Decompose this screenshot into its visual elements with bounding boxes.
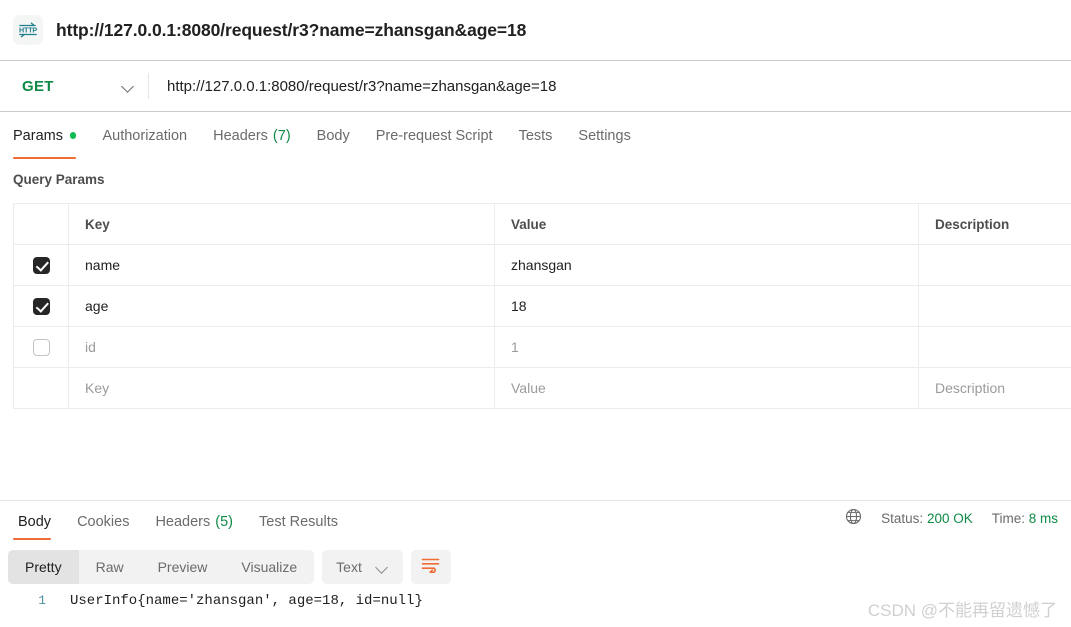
tab-body-label: Body <box>316 127 350 144</box>
row-key[interactable]: name <box>68 244 495 286</box>
table-row: age 18 <box>13 285 1071 327</box>
http-method-select[interactable]: GET <box>0 61 148 111</box>
tab-pre-request-script-label: Pre-request Script <box>375 127 493 144</box>
time-value: 8 ms <box>1028 510 1058 526</box>
view-visualize-button[interactable]: Visualize <box>224 550 314 584</box>
view-pretty-button[interactable]: Pretty <box>8 550 79 584</box>
tab-response-headers-label: Headers <box>155 514 211 530</box>
checkbox-checked-icon[interactable] <box>32 256 50 274</box>
tab-cookies[interactable]: Cookies <box>64 501 142 543</box>
globe-icon <box>845 508 862 528</box>
status-value: 200 OK <box>926 510 973 526</box>
tab-test-results-label: Test Results <box>259 514 338 530</box>
view-preview-button[interactable]: Preview <box>141 550 225 584</box>
tab-body[interactable]: Body <box>304 112 363 159</box>
tab-settings[interactable]: Settings <box>565 112 643 159</box>
tab-params-label: Params <box>13 127 63 144</box>
table-row: name zhansgan <box>13 244 1071 286</box>
tab-response-headers[interactable]: Headers (5) <box>142 501 246 543</box>
response-format-select[interactable]: Text <box>322 550 403 584</box>
row-checkbox-cell <box>13 367 69 409</box>
tab-response-body[interactable]: Body <box>5 501 64 543</box>
row-key-placeholder[interactable]: Key <box>68 367 495 409</box>
chevron-down-icon <box>122 80 135 93</box>
row-checkbox-cell[interactable] <box>13 326 69 368</box>
chevron-down-icon <box>376 561 389 574</box>
tab-authorization-label: Authorization <box>102 127 188 144</box>
title-bar: HTTP http://127.0.0.1:8080/request/r3?na… <box>0 0 1071 60</box>
page-title: http://127.0.0.1:8080/request/r3?name=zh… <box>56 19 527 40</box>
tab-headers-count: (7) <box>272 127 291 144</box>
row-value[interactable]: 1 <box>494 326 919 368</box>
tab-test-results[interactable]: Test Results <box>246 501 351 543</box>
response-format-label: Text <box>336 559 362 575</box>
row-description[interactable] <box>918 244 1071 286</box>
row-checkbox-cell[interactable] <box>13 285 69 327</box>
tab-params[interactable]: Params <box>13 112 89 159</box>
row-key[interactable]: age <box>68 285 495 327</box>
tab-response-headers-count: (5) <box>215 514 233 530</box>
view-raw-button[interactable]: Raw <box>79 550 141 584</box>
checkbox-unchecked-icon[interactable] <box>32 338 50 356</box>
http-protocol-icon: HTTP <box>13 15 43 45</box>
row-checkbox-cell[interactable] <box>13 244 69 286</box>
tab-headers-label: Headers <box>213 127 268 144</box>
header-key: Key <box>68 203 495 245</box>
header-checkbox-col <box>13 203 69 245</box>
postman-request-window: HTTP http://127.0.0.1:8080/request/r3?na… <box>0 0 1071 627</box>
time-label: Time: <box>991 510 1025 526</box>
tab-pre-request-script[interactable]: Pre-request Script <box>363 112 506 159</box>
tab-cookies-label: Cookies <box>77 514 130 530</box>
header-description: Description <box>918 203 1071 245</box>
row-key[interactable]: id <box>68 326 495 368</box>
response-view-switcher: Pretty Raw Preview Visualize <box>8 550 315 584</box>
word-wrap-icon <box>421 557 440 578</box>
row-description[interactable] <box>918 285 1071 327</box>
url-input[interactable]: http://127.0.0.1:8080/request/r3?name=zh… <box>149 61 1071 111</box>
method-label: GET <box>22 77 54 95</box>
row-description[interactable] <box>918 326 1071 368</box>
params-modified-dot-icon <box>69 132 77 139</box>
request-tabs: Params Authorization Headers (7) Body Pr… <box>0 112 1071 159</box>
row-value[interactable]: 18 <box>494 285 919 327</box>
table-header-row: Key Value Description <box>13 203 1071 245</box>
time-badge[interactable]: Time: 8 ms <box>992 511 1058 526</box>
tab-settings-label: Settings <box>578 127 631 144</box>
word-wrap-button[interactable] <box>410 550 451 584</box>
header-value: Value <box>494 203 919 245</box>
tab-response-body-label: Body <box>18 514 52 530</box>
svg-text:HTTP: HTTP <box>19 25 37 34</box>
response-body-text: UserInfo{name='zhansgan', age=18, id=nul… <box>70 593 423 609</box>
tab-headers[interactable]: Headers (7) <box>200 112 304 159</box>
status-label: Status: <box>881 510 924 526</box>
line-number: 1 <box>38 593 46 608</box>
row-value[interactable]: zhansgan <box>494 244 919 286</box>
table-row: Key Value Description <box>13 367 1071 409</box>
query-params-label: Query Params <box>13 172 105 187</box>
query-params-table: Key Value Description name zhansgan age … <box>13 203 1071 409</box>
response-meta: Status: 200 OK Time: 8 ms <box>845 508 1058 528</box>
checkbox-checked-icon[interactable] <box>32 297 50 315</box>
row-value-placeholder[interactable]: Value <box>494 367 919 409</box>
url-bar: GET http://127.0.0.1:8080/request/r3?nam… <box>0 60 1071 112</box>
csdn-watermark: CSDN @不能再留遗憾了 <box>867 601 1057 620</box>
response-toolbar: Pretty Raw Preview Visualize Text <box>8 550 451 584</box>
tab-authorization[interactable]: Authorization <box>89 112 200 159</box>
row-description-placeholder[interactable]: Description <box>918 367 1071 409</box>
table-row: id 1 <box>13 326 1071 368</box>
tab-tests[interactable]: Tests <box>506 112 566 159</box>
tab-tests-label: Tests <box>518 127 553 144</box>
status-badge[interactable]: Status: 200 OK <box>881 511 973 526</box>
